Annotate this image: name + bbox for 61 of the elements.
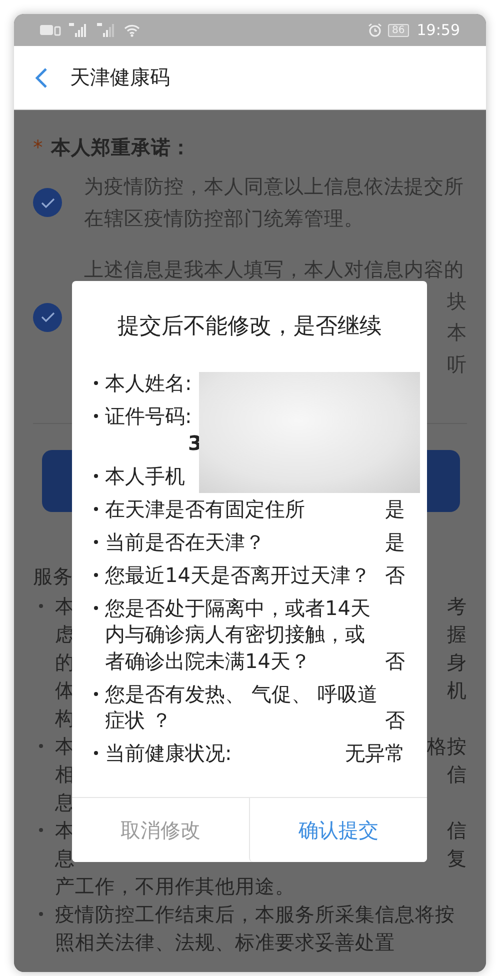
answer-value: 否 — [385, 708, 405, 732]
required-mark: * — [33, 136, 43, 158]
question-label: 在天津是否有固定住所 — [105, 496, 306, 522]
answer-value: 无异常 — [345, 741, 405, 765]
bullet-icon — [94, 692, 98, 696]
bullet-icon — [94, 506, 98, 511]
body-text: 信 — [447, 762, 467, 788]
body-text: 体 — [55, 678, 75, 704]
body-text: 身 — [447, 650, 467, 676]
answer-value: 是 — [385, 530, 405, 554]
body-text: 疫情防控工作结束后，本服务所采集信息将按 — [55, 902, 455, 928]
answer-value: 否 — [385, 648, 405, 672]
question-label: 您是否有发热、 气促、 呼吸道症状 ？ — [105, 680, 379, 734]
body-text: 照相关法律、法规、标准要求妥善处置 — [55, 930, 395, 956]
bullet-icon — [94, 572, 98, 577]
question-label: 当前健康状况: — [105, 740, 233, 766]
check-icon — [40, 196, 56, 208]
body-text: 息 — [55, 790, 75, 816]
bullet-icon — [39, 604, 43, 608]
body-text: 考 — [447, 594, 467, 620]
checkbox[interactable] — [33, 188, 62, 217]
dialog-title: 提交后不能修改，是否继续 — [116, 313, 382, 341]
body-text: 本 — [55, 594, 75, 620]
wifi-icon — [124, 24, 140, 36]
bullet-icon — [39, 828, 43, 832]
page-title: 天津健康码 — [70, 64, 170, 91]
bullet-icon — [94, 474, 98, 478]
bullet-icon — [94, 540, 98, 544]
body-text: 息 — [55, 846, 75, 872]
body-text: 块 — [447, 288, 467, 315]
question-label: 您是否处于隔离中，或者14天内与确诊病人有密切接触，或者确诊出院未满14天？ — [105, 594, 372, 674]
bullet-icon — [94, 751, 98, 756]
question-label: 本人姓名: — [105, 370, 193, 396]
clock-time: 19:59 — [416, 21, 460, 39]
bullet-icon — [94, 381, 98, 386]
body-text: 握 — [447, 622, 467, 648]
body-text: 产工作，不用作其他用途。 — [55, 874, 295, 900]
body-text: 机 — [447, 678, 467, 704]
answer-value: 否 — [385, 562, 405, 586]
back-button[interactable] — [34, 66, 48, 88]
check-icon — [40, 311, 56, 323]
question-label: 您最近14天是否离开过天津？ — [105, 562, 372, 588]
alarm-icon — [368, 23, 382, 37]
body-text: 信 — [447, 818, 467, 844]
bullet-icon — [39, 912, 43, 916]
body-text: 本 — [55, 734, 75, 760]
body-text: 本 — [55, 818, 75, 844]
section-heading: 服务 — [33, 564, 73, 590]
bullet-icon — [39, 744, 43, 748]
question-label: 本人手机 — [105, 462, 186, 489]
question-label: 当前是否在天津？ — [105, 528, 266, 555]
section-label: 本人郑重承诺： — [50, 134, 191, 160]
bullet-icon — [94, 414, 98, 418]
body-text: 复 — [447, 846, 467, 872]
confirm-button[interactable]: 确认提交 — [249, 798, 427, 862]
question-label: 证件号码: — [105, 403, 193, 430]
answer-value: 是 — [385, 496, 405, 520]
bullet-icon — [94, 606, 98, 610]
checkbox[interactable] — [33, 302, 62, 332]
body-text: 本 — [447, 320, 467, 346]
body-text: 格按 — [427, 734, 467, 760]
